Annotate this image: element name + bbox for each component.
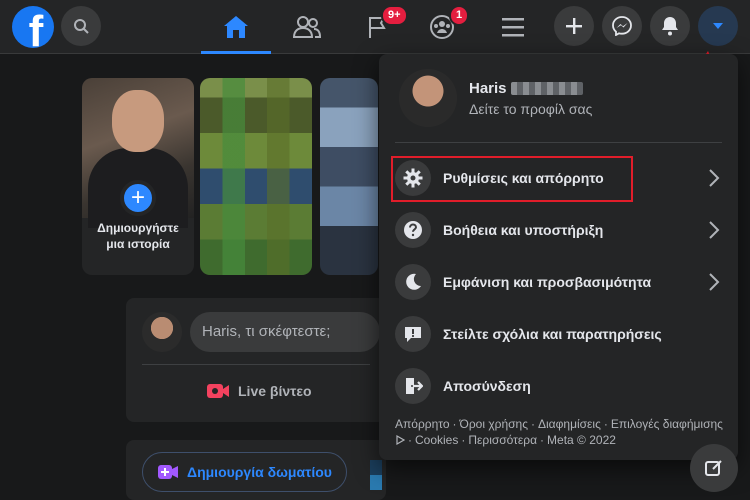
menu-item-label: Εμφάνιση και προσβασιμότητα <box>443 274 652 290</box>
nav-menu[interactable] <box>478 0 548 54</box>
create-button[interactable] <box>554 6 594 46</box>
nav-friends[interactable] <box>272 0 342 54</box>
account-caret-icon <box>713 23 723 29</box>
profile-avatar <box>399 69 457 127</box>
help-icon <box>395 212 431 248</box>
menu-item-send-feedback[interactable]: Στείλτε σχόλια και παρατηρήσεις <box>387 308 730 360</box>
profile-link[interactable]: Haris Δείτε το προφίλ σας <box>387 62 730 134</box>
moon-icon <box>395 264 431 300</box>
hamburger-icon <box>502 18 524 37</box>
footer-privacy-link[interactable]: Απόρρητο <box>395 417 450 431</box>
composer-input[interactable]: Haris, τι σκέφτεστε; <box>190 312 380 352</box>
footer-cookies-link[interactable]: Cookies <box>415 433 458 447</box>
room-avatars-blurred <box>370 460 382 490</box>
notifications-button[interactable] <box>650 6 690 46</box>
video-plus-icon <box>158 465 178 479</box>
footer-more-link[interactable]: Περισσότερα <box>468 433 537 447</box>
footer-adchoices-link[interactable]: Επιλογές διαφήμισης <box>611 417 723 431</box>
new-message-button[interactable] <box>690 444 738 492</box>
compose-icon <box>705 460 722 476</box>
pages-badge: 9+ <box>381 5 408 26</box>
account-button[interactable] <box>698 6 738 46</box>
menu-divider <box>395 142 722 143</box>
create-story-card[interactable]: + Δημιουργήστε μια ιστορία <box>82 78 194 275</box>
menu-item-label: Στείλτε σχόλια και παρατηρήσεις <box>443 326 662 342</box>
chevron-right-icon <box>709 169 720 187</box>
feedback-icon <box>395 316 431 352</box>
account-menu: Haris Δείτε το προφίλ σας Ρυθμίσεις και … <box>379 54 738 460</box>
adchoices-icon <box>396 434 406 446</box>
home-icon <box>224 16 248 38</box>
menu-item-display-accessibility[interactable]: Εμφάνιση και προσβασιμότητα <box>387 256 730 308</box>
rooms-bar: Δημιουργία δωματίου <box>126 440 386 500</box>
nav-home[interactable] <box>201 0 271 54</box>
groups-badge: 1 <box>449 5 470 26</box>
messenger-icon <box>612 16 632 36</box>
bell-icon <box>662 17 678 36</box>
menu-item-logout[interactable]: Αποσύνδεση <box>387 360 730 412</box>
plus-icon <box>566 18 582 34</box>
nav-pages[interactable]: 9+ <box>343 0 413 54</box>
profile-name: Haris <box>469 79 507 97</box>
story-card-1[interactable] <box>200 78 312 275</box>
footer-ads-link[interactable]: Διαφημίσεις <box>538 417 601 431</box>
nav-groups[interactable]: 1 <box>407 0 477 54</box>
story-card-2[interactable] <box>320 78 378 275</box>
chevron-right-icon <box>709 221 720 239</box>
menu-item-label: Βοήθεια και υποστήριξη <box>443 222 604 238</box>
composer-divider <box>142 364 370 365</box>
profile-subtitle: Δείτε το προφίλ σας <box>469 100 593 117</box>
create-story-label: Δημιουργήστε μια ιστορία <box>97 221 179 251</box>
post-composer: Haris, τι σκέφτεστε; Live βίντεο <box>126 298 386 422</box>
composer-avatar <box>142 312 182 352</box>
create-room-button[interactable]: Δημιουργία δωματίου <box>142 452 347 492</box>
chevron-right-icon <box>709 273 720 291</box>
menu-footer: Απόρρητο · Όροι χρήσης · Διαφημίσεις · Επιλογέ… <box>395 417 723 447</box>
search-icon <box>74 19 89 34</box>
top-navigation-bar: f 9+ 1 <box>0 0 750 54</box>
friends-icon <box>293 16 321 38</box>
messenger-button[interactable] <box>602 6 642 46</box>
profile-name-row: Haris <box>469 80 592 97</box>
search-button[interactable] <box>61 6 101 46</box>
menu-item-help-support[interactable]: Βοήθεια και υποστήριξη <box>387 204 730 256</box>
logo-letter: f <box>28 7 44 49</box>
facebook-logo[interactable]: f <box>12 6 54 48</box>
live-video-button[interactable]: Live βίντεο <box>206 382 312 400</box>
footer-terms-link[interactable]: Όροι χρήσης <box>460 417 528 431</box>
highlight-box <box>391 156 633 202</box>
create-room-label: Δημιουργία δωματίου <box>187 464 332 480</box>
live-video-icon <box>207 384 229 398</box>
story-plus-icon: + <box>120 180 156 216</box>
logout-icon <box>395 368 431 404</box>
footer-copyright: Meta © 2022 <box>547 433 616 447</box>
blurred-surname <box>510 81 583 95</box>
live-video-label: Live βίντεο <box>238 383 312 399</box>
menu-item-label: Αποσύνδεση <box>443 378 531 394</box>
